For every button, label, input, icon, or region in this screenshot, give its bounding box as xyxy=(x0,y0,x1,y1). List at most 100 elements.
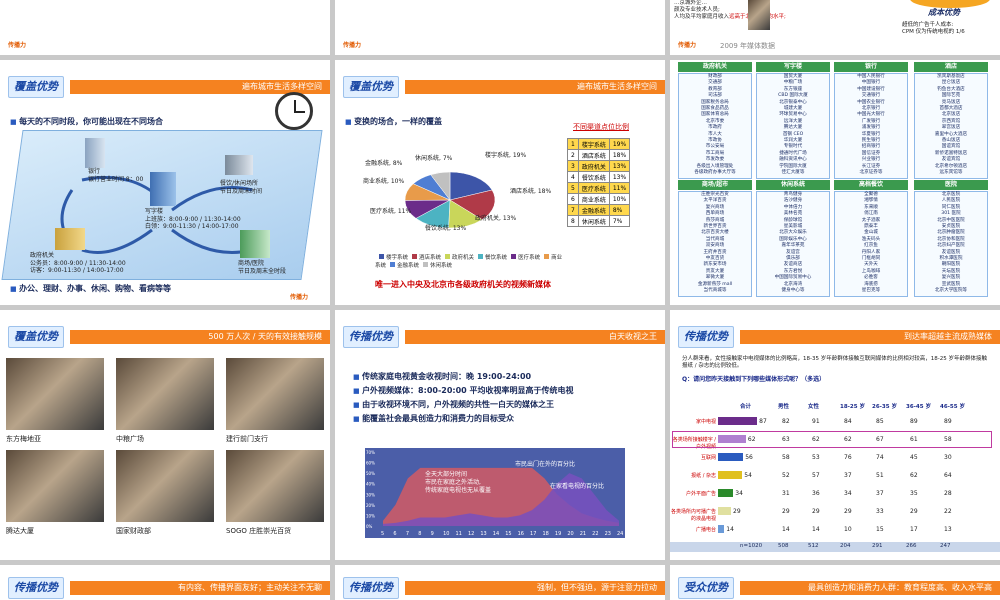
x-tick-label: 17 xyxy=(530,531,536,537)
series-label: 在家看电视的百分比 xyxy=(550,482,604,490)
ranking-table: 1 楼宇系统 19% 2 酒店系统 18% 3 政府机关 13% 4 餐饮系统 13% 5 医疗系统 11%… xyxy=(567,138,631,227)
survey-col-header: 男性 xyxy=(778,404,790,410)
x-tick-label: 7 xyxy=(406,531,409,537)
y-tick-label: 0% xyxy=(366,524,373,529)
slide-coverage-map[interactable]: 覆盖优势 遍布城市生活多样空间 每天的不同时段，你可能出现在不同场合 银行银行营… xyxy=(0,60,330,305)
survey-row-label: 户外平面广告 xyxy=(685,491,716,497)
category-header: 休闲系统 xyxy=(756,180,830,190)
y-tick-label: 20% xyxy=(366,503,375,508)
node-restaurant: 餐饮/休闲场所 节日及周末时间 xyxy=(220,180,263,195)
x-tick-label: 16 xyxy=(518,531,524,537)
survey-cell: 28 xyxy=(944,490,952,497)
slide-reach-rate[interactable]: 传播优势 到达率超越主流成熟媒体 分人群来看，女性接触家中电视媒体的比例略高，1… xyxy=(670,310,1000,560)
footer-logo: 传播力 xyxy=(678,42,697,49)
survey-row-label: 报纸 / 杂志 xyxy=(691,473,716,479)
node-mall: 商场/医院 节日及周末全时段 xyxy=(238,260,287,275)
survey-col-header: 18-25 岁 xyxy=(840,404,866,410)
survey-sample-size: 291 xyxy=(872,543,883,549)
pie-label-7: 金融系统, 8% xyxy=(365,160,403,167)
ranking-cell-rank: 8 xyxy=(567,215,579,227)
survey-cell: 85 xyxy=(876,418,884,425)
slide-header: 传播优势 白天收视之王 xyxy=(335,324,665,350)
slide-header: 传播优势 到达率超越主流成熟媒体 xyxy=(670,324,1000,350)
survey-cell: 89 xyxy=(944,418,952,425)
category-item: 星巴克等 xyxy=(861,288,881,294)
survey-sample-size: 512 xyxy=(808,543,819,549)
y-tick-label: 70% xyxy=(366,450,375,455)
survey-sample-size: 204 xyxy=(840,543,851,549)
survey-bar xyxy=(718,507,732,515)
slide-bar: 最具创造力和消费力人群：教育程度高、收入水平高 xyxy=(740,581,1000,595)
slide-r3-c1[interactable]: 传播优势 有内容、传播界面友好；主动关注不无聊 xyxy=(0,565,330,600)
ranking-cell-rank: 5 xyxy=(567,182,579,194)
x-tick-label: 20 xyxy=(567,531,573,537)
slide-bar: 到达率超越主流成熟媒体 xyxy=(740,330,1000,344)
slide-tag: 覆盖优势 xyxy=(8,76,64,98)
bullet: 变换的场合，一样的覆盖 xyxy=(345,116,442,127)
category-header: 医院 xyxy=(914,180,988,190)
ranking-cell-rank: 3 xyxy=(567,160,579,172)
category-list: 庄胜崇光百货 太平洋百货 复兴商场 西单商场 燕莎商城 新世界百货 北京百货大楼 当代商城 双安… xyxy=(678,191,752,297)
x-tick-label: 5 xyxy=(381,531,384,537)
slide-tag: 传播优势 xyxy=(343,326,399,348)
legend-item: 金融系统 xyxy=(386,262,419,269)
cost-title: 成本优势 xyxy=(928,8,960,17)
x-tick-label: 13 xyxy=(480,531,486,537)
venue-photo xyxy=(6,358,104,430)
footer-logo: 传播力 xyxy=(343,42,362,49)
legend-label: 楼宇系统 xyxy=(386,255,409,261)
survey-cell: 89 xyxy=(910,418,918,425)
survey-bar xyxy=(718,489,734,497)
ranking-cell-rank: 6 xyxy=(567,193,579,205)
slide-contact-scale[interactable]: 覆盖优势 500 万人次 / 天的有效接触规模 东方梅地亚 中粮广场 建行前门支行腾… xyxy=(0,310,330,560)
survey-total: 14 xyxy=(726,526,734,533)
survey-row-label: 各类场所内可播广告的液晶电视 xyxy=(670,509,716,522)
ranking-cell-rank: 2 xyxy=(567,149,579,161)
businesswoman-photo xyxy=(748,0,770,30)
slide-tag: 传播优势 xyxy=(678,326,734,348)
slide-channel-ratio[interactable]: 覆盖优势 遍布城市生活多样空间 变换的场合，一样的覆盖 楼宇系统, 19% 酒店… xyxy=(335,60,665,305)
ranking-row: 4 餐饮系统 13% xyxy=(567,171,631,183)
survey-total: 34 xyxy=(735,490,743,497)
slide-r0-c2[interactable]: 传播力 xyxy=(335,0,665,55)
survey-col-header: 合计 xyxy=(740,404,752,410)
y-tick-label: 60% xyxy=(366,461,375,466)
slide-daytime-king[interactable]: 传播优势 白天收视之王 传统家庭电视黄金收视时间：晚 19:00-24:00 户… xyxy=(335,310,665,560)
ranking-cell-rank: 1 xyxy=(567,138,579,150)
slide-bar: 500 万人次 / 天的有效接触规模 xyxy=(70,330,330,344)
bullet-3: 由于收视环境不同，户外视频的共性一白天的媒体之王 xyxy=(353,398,574,412)
survey-question: Q：请问您昨天接触到下列哪些媒体形式呢？（多选） xyxy=(682,376,826,383)
survey-cell: 29 xyxy=(844,508,852,515)
ranking-row: 3 政府机关 13% xyxy=(567,160,631,172)
x-tick-label: 9 xyxy=(431,531,434,537)
category-list: 凯宾斯基饭店 昆仑饭店 钓鱼台大酒店 国际艺苑 亮马饭店 首都大酒店 北京饭店 京西宾馆 翠宫饭… xyxy=(914,73,988,179)
slide-header: 传播优势 有内容、传播界面友好；主动关注不无聊 xyxy=(0,575,330,600)
survey-cell: 33 xyxy=(876,508,884,515)
slide-r0-c3[interactable]: …京城外企…颜及专业技术人员; 人均及平均家庭月收入远高于北京市平均水平; 成本… xyxy=(670,0,1000,55)
survey-cell: 37 xyxy=(844,472,852,479)
ranking-row: 8 休闲系统 7% xyxy=(567,215,631,227)
survey-cell: 37 xyxy=(876,490,884,497)
ranking-cell-rank: 4 xyxy=(567,171,579,183)
slide-bar: 遍布城市生活多样空间 xyxy=(405,80,665,94)
slide-r3-c3[interactable]: 受众优势 最具创造力和消费力人群：教育程度高、收入水平高 xyxy=(670,565,1000,600)
survey-cell: 74 xyxy=(876,454,884,461)
viewing-area-chart: 市民出门在外的百分比在家看电视的百分比70%60%50%40%30%20%10%… xyxy=(365,448,625,538)
slide-venue-categories[interactable]: 政府机关 财政部 交通部 教育部 司法部 国家税务总局 国家食品药品 国家体育总局 北京市委 市政… xyxy=(670,60,1000,305)
photo-caption: 建行前门支行 xyxy=(226,435,268,443)
slide-tag: 传播优势 xyxy=(343,577,399,599)
slide-bar: 有内容、传播界面友好；主动关注不无聊 xyxy=(70,581,330,595)
cost-ellipse xyxy=(910,0,990,8)
survey-total: 29 xyxy=(733,508,741,515)
bottom-highlight: 唯一进入中央及北京市各级政府机关的视频新媒体 xyxy=(375,280,551,289)
cost-desc: 超低的广告千人成本: CPM 仅为传统电视的 1/6 xyxy=(902,22,965,35)
ranking-cell-pct: 19% xyxy=(608,138,631,150)
category-item: 佳汇大厦等 xyxy=(781,170,805,176)
slide-r0-c1[interactable]: 传播力 xyxy=(0,0,330,55)
legend-item: 楼宇系统 xyxy=(375,254,409,261)
slide-r3-c2[interactable]: 传播优势 强制，但不强迫，源于注意力拉动 xyxy=(335,565,665,600)
x-tick-label: 6 xyxy=(393,531,396,537)
slide-grid: 传播力 传播力 …京城外企…颜及专业技术人员; 人均及平均家庭月收入远高于北京市… xyxy=(0,0,1000,600)
legend-label: 餐饮系统 xyxy=(485,255,508,261)
slide-header: 传播优势 强制，但不强迫，源于注意力拉动 xyxy=(335,575,665,600)
